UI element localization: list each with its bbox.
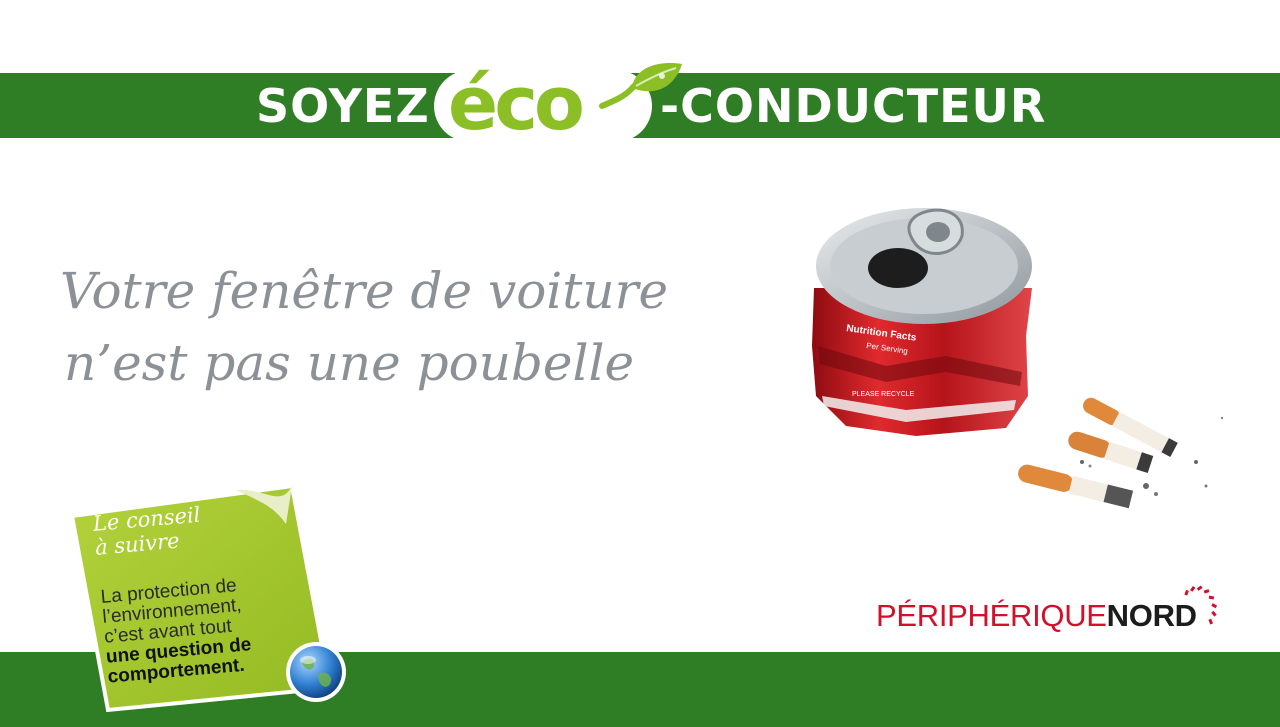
slogan-line-1: Votre fenêtre de voiture [60, 262, 669, 320]
globe-icon [286, 642, 346, 702]
headline-prefix: SOYEZ [256, 78, 430, 133]
slogan-line-2: n’est pas une poubelle [64, 334, 635, 392]
brand-logo: PÉRIPHÉRIQUENORD [876, 598, 1197, 634]
brand-name-part1: PÉRIPHÉRIQUE [876, 598, 1107, 633]
cigarette-butts-image [1018, 397, 1224, 509]
headline-eco: éco [448, 61, 585, 147]
tip-title: Le conseil à suivre [92, 503, 203, 560]
arc-dots-icon [1184, 585, 1218, 625]
can-label-recycle: PLEASE RECYCLE [852, 391, 915, 398]
headline-suffix: -CONDUCTEUR [660, 78, 1047, 133]
